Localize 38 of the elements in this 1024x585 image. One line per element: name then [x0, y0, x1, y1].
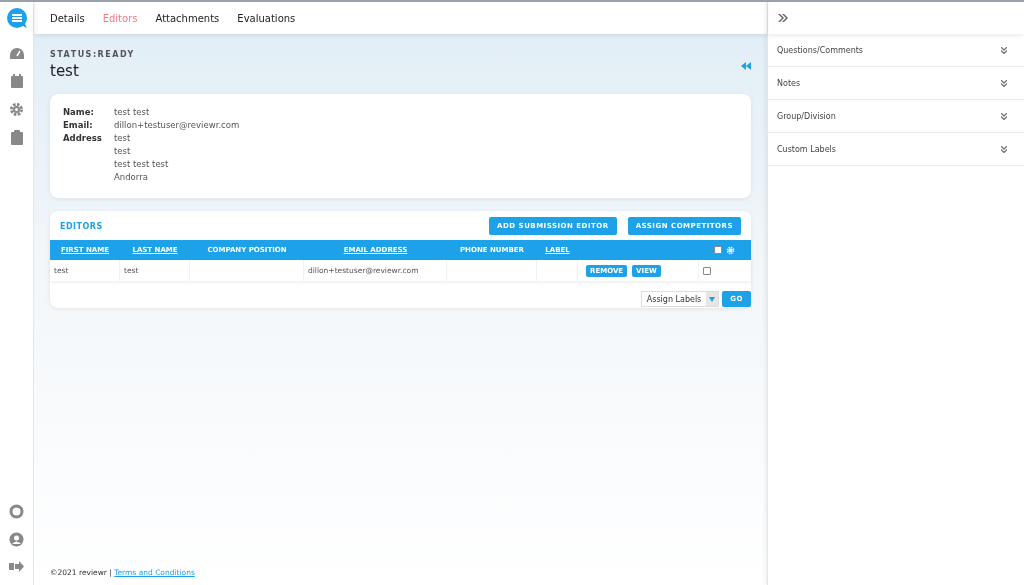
accordion-item[interactable]: Notes	[768, 67, 1024, 100]
chevron-down-icon	[1001, 79, 1007, 87]
dashboard-icon[interactable]	[8, 47, 25, 61]
accordion-item[interactable]: Group/Division	[768, 100, 1024, 133]
field-value: test	[114, 146, 132, 156]
field-label: Name:	[63, 107, 95, 119]
logo-icon[interactable]	[5, 7, 28, 29]
field-label: Email:	[63, 120, 94, 132]
expand-icon[interactable]	[778, 14, 788, 22]
field-value: dillon+testuser@reviewr.com	[114, 120, 240, 130]
field-value: test	[114, 133, 132, 143]
field-value: Andorra	[114, 172, 149, 182]
accordion-item[interactable]: Custom Labels	[768, 133, 1024, 166]
help-icon[interactable]	[9, 504, 24, 519]
tab[interactable]: Evaluations	[237, 12, 296, 24]
field-value: test test	[114, 107, 150, 117]
logout-icon[interactable]	[9, 560, 24, 573]
status-label: STATUS:READY	[50, 50, 135, 59]
field-label: Address	[63, 133, 103, 145]
chevron-down-icon	[1001, 112, 1007, 120]
accordion-item[interactable]: Questions/Comments	[768, 34, 1024, 67]
chevron-down-icon	[1001, 46, 1007, 54]
collapse-icon[interactable]	[741, 62, 751, 70]
tab[interactable]: Editors	[102, 12, 138, 24]
section-title: EDITORS	[60, 221, 103, 231]
tab[interactable]: Details	[50, 12, 85, 24]
settings-icon[interactable]	[9, 102, 24, 117]
labels-dropdown[interactable]: Assign Labels	[640, 291, 720, 307]
tab[interactable]: Attachments	[155, 12, 220, 24]
page-title: test	[50, 62, 80, 80]
select-all-checkbox[interactable]	[713, 246, 722, 254]
caret-icon	[709, 296, 716, 302]
calendar-icon[interactable]	[9, 74, 24, 89]
clipboard-icon[interactable]	[10, 130, 23, 145]
chevron-down-icon	[1001, 145, 1007, 153]
field-value: test test test	[114, 159, 169, 169]
user-icon[interactable]	[9, 532, 24, 547]
row-checkbox[interactable]	[703, 266, 711, 275]
